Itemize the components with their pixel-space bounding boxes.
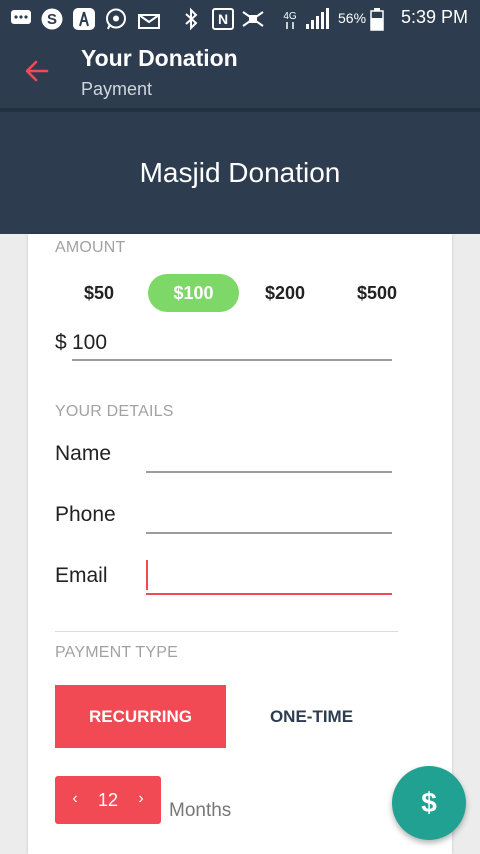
data-4g-icon: 4G (283, 11, 297, 29)
arrow-back-icon[interactable] (22, 56, 52, 86)
whatsapp-icon (106, 8, 126, 30)
months-value: 12 (97, 790, 119, 810)
donation-title: Masjid Donation (139, 157, 341, 188)
messages-icon (11, 10, 31, 24)
one-time-button[interactable]: ONE-TIME (226, 685, 397, 748)
amount-option-100[interactable]: $100 (148, 274, 239, 312)
details-section-label: YOUR DETAILS (55, 403, 174, 420)
months-stepper: ‹ 12 › (55, 776, 161, 824)
months-label: Months (169, 800, 232, 821)
signal-icon (306, 8, 329, 29)
amount-option-200[interactable]: $200 (250, 274, 320, 312)
recurring-button[interactable]: RECURRING (55, 685, 226, 748)
svg-text:N: N (218, 11, 228, 27)
currency-symbol: $ (55, 331, 67, 354)
amount-option-500[interactable]: $500 (342, 274, 412, 312)
chevron-left-icon[interactable]: ‹ (65, 776, 85, 824)
bluetooth-icon (185, 7, 198, 31)
amount-input[interactable] (72, 327, 392, 361)
email-label: Email (55, 564, 108, 587)
acrobat-icon (73, 8, 95, 30)
battery-icon (370, 8, 384, 31)
amount-option-50[interactable]: $50 (64, 274, 134, 312)
page-subtitle: Payment (81, 79, 153, 99)
page-title: Your Donation (81, 45, 238, 71)
clock: 5:39 PM (400, 7, 468, 27)
name-label: Name (55, 442, 112, 465)
email-field[interactable] (146, 561, 392, 595)
chevron-right-icon[interactable]: › (131, 776, 151, 824)
donate-fab-button[interactable]: $ (392, 766, 466, 840)
name-field[interactable] (146, 439, 392, 473)
payment-type-label: PAYMENT TYPE (55, 644, 179, 661)
phone-label: Phone (55, 503, 116, 526)
mute-icon (242, 11, 264, 27)
text-cursor (146, 560, 148, 590)
svg-text:4G: 4G (283, 11, 297, 22)
nfc-icon: N (212, 8, 234, 30)
svg-text:S: S (47, 11, 57, 28)
battery-level: 56% (338, 10, 367, 26)
amount-section-label: AMOUNT (55, 239, 126, 256)
app-bar: Your Donation Payment (0, 36, 480, 108)
mail-icon (138, 14, 160, 29)
phone-field[interactable] (146, 500, 392, 534)
section-divider (55, 631, 398, 632)
donation-form-card: AMOUNT $50 $100 $200 $500 $ YOUR DETAILS… (28, 234, 452, 854)
donation-header: Masjid Donation (0, 112, 480, 234)
skype-icon: S (41, 8, 63, 30)
status-bar: S N 4G 56% 5:39 PM (0, 0, 480, 36)
